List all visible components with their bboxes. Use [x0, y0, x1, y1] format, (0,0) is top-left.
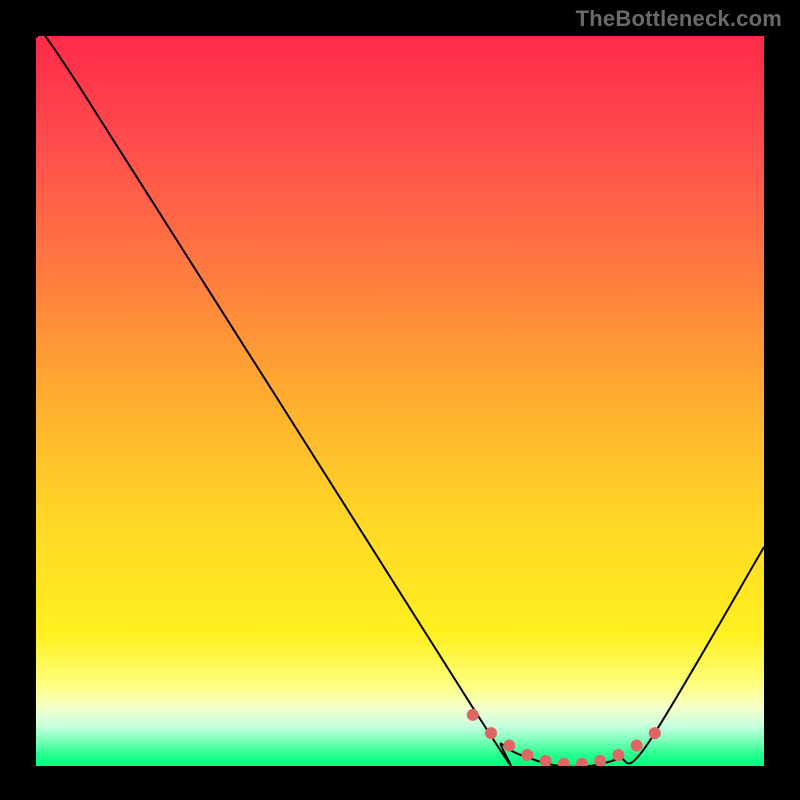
curve-svg	[36, 36, 764, 766]
marker-dot	[558, 758, 570, 766]
watermark-text: TheBottleneck.com	[576, 6, 782, 32]
marker-dot	[467, 709, 479, 721]
marker-dot	[540, 755, 552, 766]
chart-container: TheBottleneck.com	[0, 0, 800, 800]
markers-group	[467, 709, 661, 766]
marker-dot	[649, 727, 661, 739]
marker-dot	[521, 749, 533, 761]
curve-line	[36, 36, 764, 766]
plot-area	[36, 36, 764, 766]
marker-dot	[612, 749, 624, 761]
marker-dot	[594, 755, 606, 766]
marker-dot	[631, 740, 643, 752]
marker-dot	[485, 727, 497, 739]
curve-path-group	[36, 36, 764, 766]
marker-dot	[503, 740, 515, 752]
marker-dot	[576, 758, 588, 766]
